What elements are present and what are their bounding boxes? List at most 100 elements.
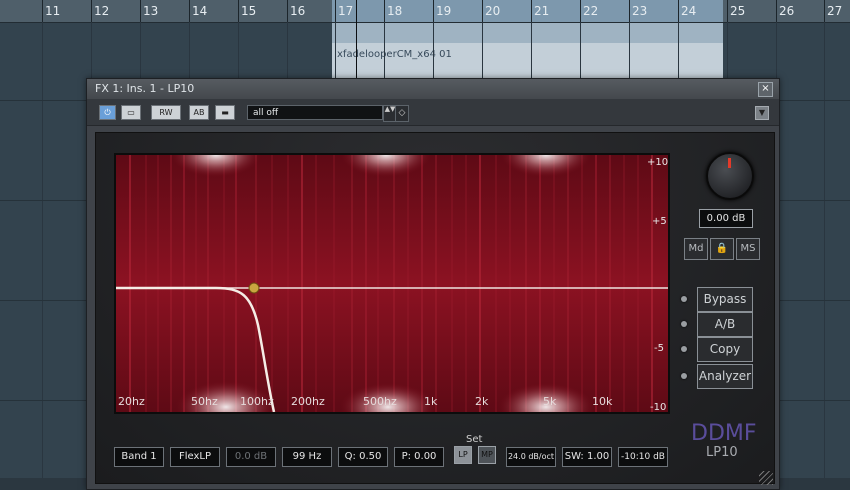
bar-tick	[140, 0, 141, 22]
gain-readout[interactable]: 0.00 dB	[699, 209, 753, 228]
bar-tick	[776, 0, 777, 22]
bar-tick	[678, 0, 679, 22]
preset-favorite-icon[interactable]: ◇	[395, 105, 409, 122]
bypass-led	[681, 296, 687, 302]
set-label: Set	[466, 434, 483, 445]
band-selector[interactable]: Band 1	[114, 447, 164, 467]
freq-label: 200hz	[291, 395, 325, 408]
power-icon[interactable]: ⏻	[99, 105, 116, 120]
bypass-button[interactable]: Bypass	[697, 287, 753, 312]
filter-type-selector[interactable]: FlexLP	[170, 447, 220, 467]
bar-tick	[287, 0, 288, 22]
mode-md-button[interactable]: Md	[684, 238, 708, 260]
audio-clip[interactable]: xfadelooperCM_x64 01	[332, 23, 723, 78]
close-button[interactable]: ×	[758, 82, 773, 97]
bar-tick	[531, 0, 532, 22]
bar-number: 13	[143, 4, 159, 18]
bar-tick	[335, 0, 336, 22]
db-label: +5	[652, 216, 667, 227]
bar-number: 27	[827, 4, 843, 18]
plugin-window: FX 1: Ins. 1 - LP10 × ⏻ ▭ RW AB ▬ all of…	[86, 78, 780, 490]
bar-number: 17	[338, 4, 354, 18]
db-label: -10	[650, 402, 667, 413]
product-name: LP10	[706, 445, 738, 460]
bar-number: 21	[534, 4, 550, 18]
freq-label: 10k	[592, 395, 613, 408]
bar-tick	[482, 0, 483, 22]
bar-number: 14	[192, 4, 208, 18]
bar-tick	[42, 0, 43, 22]
band-1-node[interactable]	[248, 282, 260, 294]
db-label: +10	[647, 157, 669, 168]
output-gain-knob[interactable]	[706, 152, 754, 200]
sw-field[interactable]: SW: 1.00	[562, 447, 612, 467]
freq-label: 500hz	[363, 395, 397, 408]
freq-label: 1k	[424, 395, 438, 408]
bar-number: 20	[485, 4, 501, 18]
range-field[interactable]: -10:10 dB	[618, 447, 668, 467]
db-label: -5	[654, 343, 664, 354]
eq-graph-svg[interactable]	[116, 155, 668, 412]
bar-tick	[91, 0, 92, 22]
bar-tick	[189, 0, 190, 22]
bar-number: 11	[45, 4, 61, 18]
freq-label: 20hz	[118, 395, 145, 408]
freq-label: 2k	[475, 395, 489, 408]
bar-grid-line	[824, 22, 825, 478]
p-field[interactable]: P: 0.00	[394, 447, 444, 467]
bar-number: 25	[730, 4, 746, 18]
bar-grid-line	[42, 22, 43, 478]
timeline-ruler[interactable]	[0, 0, 850, 23]
freq-label: 50hz	[191, 395, 218, 408]
chevron-down-icon[interactable]: ▼	[755, 106, 769, 120]
bar-number: 18	[387, 4, 403, 18]
bar-number: 19	[436, 4, 452, 18]
read-write-button[interactable]: RW	[151, 105, 181, 120]
analyzer-led	[681, 373, 687, 379]
settings-icon[interactable]: ▬	[215, 105, 235, 120]
ddmf-logo: DDMF	[691, 421, 757, 446]
slope-field[interactable]: 24.0 dB/oct	[506, 447, 556, 467]
knob-pointer	[728, 158, 731, 168]
bar-number: 16	[290, 4, 306, 18]
ab-button[interactable]: A/B	[697, 312, 753, 337]
copy-led	[681, 346, 687, 352]
graph-background	[116, 155, 668, 412]
preset-name-field[interactable]: all off	[247, 105, 383, 120]
bar-number: 26	[779, 4, 795, 18]
mode-ms-button[interactable]: MS	[736, 238, 760, 260]
bar-number: 15	[241, 4, 257, 18]
bar-tick	[384, 0, 385, 22]
q-field[interactable]: Q: 0.50	[338, 447, 388, 467]
plugin-title: FX 1: Ins. 1 - LP10	[95, 82, 195, 95]
bar-number: 22	[583, 4, 599, 18]
copy-button[interactable]: Copy	[697, 337, 753, 362]
bar-tick	[629, 0, 630, 22]
bypass-icon[interactable]: ▭	[121, 105, 141, 120]
frequency-field[interactable]: 99 Hz	[282, 447, 332, 467]
lp-button[interactable]: LP	[454, 446, 472, 464]
bar-tick	[238, 0, 239, 22]
band-gain-field[interactable]: 0.0 dB	[226, 447, 276, 467]
bar-tick	[824, 0, 825, 22]
clip-waveform	[332, 23, 723, 43]
freq-label: 5k	[543, 395, 557, 408]
bar-tick	[580, 0, 581, 22]
clip-name: xfadelooperCM_x64 01	[337, 49, 452, 60]
bar-number: 12	[94, 4, 110, 18]
eq-panel: 20hz 50hz 100hz 200hz 500hz 1k 2k 5k 10k…	[95, 132, 775, 484]
bar-number: 23	[632, 4, 648, 18]
ab-compare-button[interactable]: AB	[189, 105, 209, 120]
eq-graph[interactable]	[114, 153, 670, 414]
lock-icon[interactable]: 🔒	[710, 238, 734, 260]
bar-tick	[727, 0, 728, 22]
freq-label: 100hz	[240, 395, 274, 408]
bar-number: 24	[681, 4, 697, 18]
mp-button[interactable]: MP	[478, 446, 496, 464]
plugin-titlebar[interactable]: FX 1: Ins. 1 - LP10 ×	[87, 79, 779, 99]
analyzer-button[interactable]: Analyzer	[697, 364, 753, 389]
plugin-toolbar: ⏻ ▭ RW AB ▬ all off ▲▼ ◇ ▼	[87, 99, 779, 126]
resize-handle[interactable]	[759, 471, 773, 485]
ab-led	[681, 321, 687, 327]
bar-tick	[433, 0, 434, 22]
